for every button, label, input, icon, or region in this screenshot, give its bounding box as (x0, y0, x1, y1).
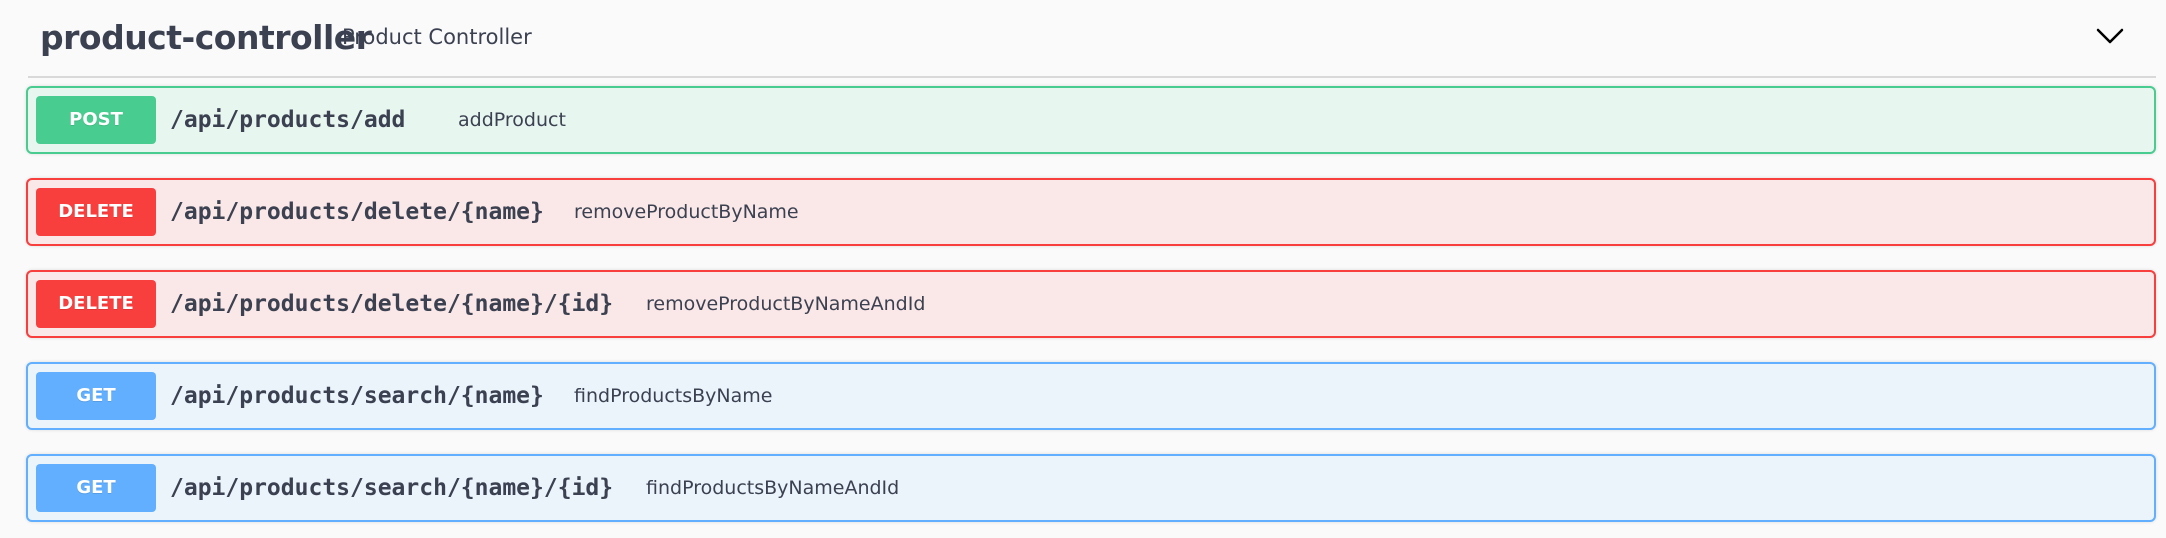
operation-delete-remove-product-by-name[interactable]: DELETE /api/products/delete/{name} remov… (26, 178, 2156, 246)
operation-summary: findProductsByName (574, 385, 773, 407)
operation-path: /api/products/delete/{name} (170, 199, 544, 225)
operation-summary: removeProductByNameAndId (646, 293, 926, 315)
operation-delete-remove-product-by-name-and-id[interactable]: DELETE /api/products/delete/{name}/{id} … (26, 270, 2156, 338)
operation-post-add-product[interactable]: POST /api/products/add addProduct (26, 86, 2156, 154)
operation-get-find-products-by-name-and-id[interactable]: GET /api/products/search/{name}/{id} fin… (26, 454, 2156, 522)
operation-summary: removeProductByName (574, 201, 799, 223)
chevron-down-icon (2096, 28, 2124, 44)
method-badge-delete: DELETE (36, 280, 156, 328)
collapse-toggle-button[interactable] (2088, 16, 2132, 56)
operation-path: /api/products/search/{name}/{id} (170, 475, 614, 501)
operation-get-find-products-by-name[interactable]: GET /api/products/search/{name} findProd… (26, 362, 2156, 430)
method-badge-post: POST (36, 96, 156, 144)
operation-summary: findProductsByNameAndId (646, 477, 900, 499)
controller-name: product-controller (40, 18, 372, 57)
product-controller-section: product-controller Product Controller PO… (0, 0, 2166, 538)
controller-header[interactable]: product-controller Product Controller (28, 0, 2156, 78)
controller-description: Product Controller (342, 25, 532, 49)
method-badge-delete: DELETE (36, 188, 156, 236)
operation-path: /api/products/delete/{name}/{id} (170, 291, 614, 317)
method-badge-get: GET (36, 372, 156, 420)
method-badge-get: GET (36, 464, 156, 512)
operation-path: /api/products/add (170, 107, 406, 133)
operation-path: /api/products/search/{name} (170, 383, 544, 409)
operation-summary: addProduct (458, 109, 566, 131)
